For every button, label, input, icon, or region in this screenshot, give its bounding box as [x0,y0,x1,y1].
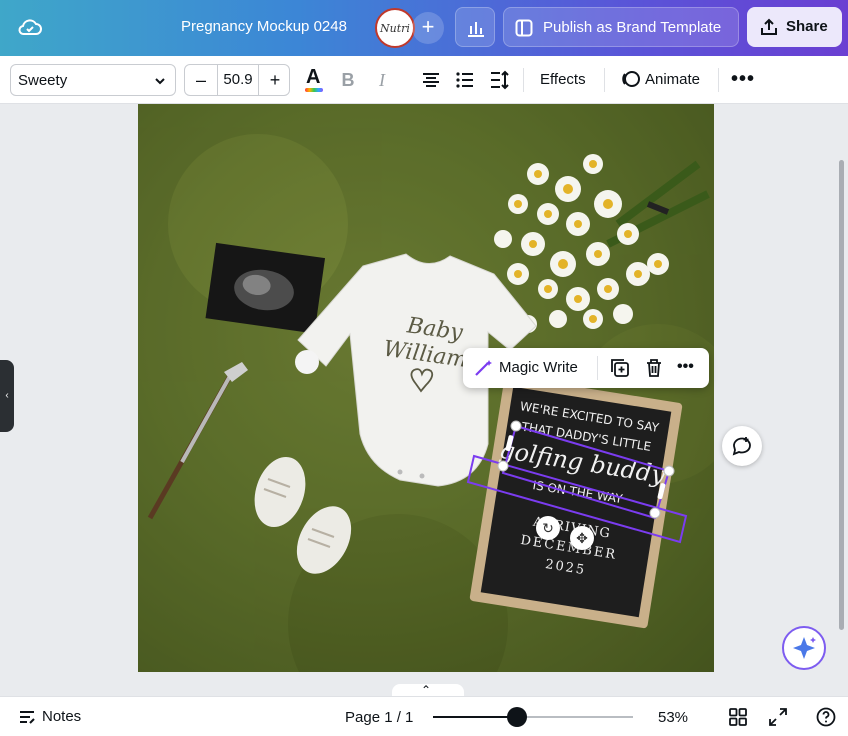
toolbar-divider [604,68,605,92]
trash-icon[interactable] [643,357,665,379]
editor-header: Pregnancy Mockup 0248 Nutri + Publish as… [0,0,848,56]
duplicate-icon[interactable] [609,357,631,379]
comment-plus-icon [732,437,751,456]
help-icon[interactable] [816,707,836,727]
editor-footer: Notes Page 1 / 1 53% [0,696,848,736]
element-context-menu: Magic Write ••• [463,348,709,388]
notes-label: Notes [42,708,82,725]
share-button[interactable]: Share [747,7,842,47]
more-options-icon[interactable]: ••• [731,68,755,91]
magic-wand-icon [475,360,492,376]
notes-icon [20,711,35,724]
increase-font-size-button[interactable]: + [259,65,291,95]
font-family-dropdown[interactable]: Sweety [10,64,176,96]
chevron-down-icon [155,78,165,85]
font-family-value: Sweety [18,72,68,89]
menu-divider [597,356,598,380]
share-upload-icon [761,18,777,35]
move-handle-icon[interactable]: ✥ [570,526,594,550]
magic-write-button[interactable]: Magic Write [473,358,578,382]
color-swatch-bar [305,88,323,92]
rotate-handle-icon[interactable]: ↻ [536,516,560,540]
document-title[interactable]: Pregnancy Mockup 0248 [181,18,347,35]
font-size-input[interactable]: 50.9 [217,65,259,95]
insights-button[interactable] [455,7,495,47]
zoom-slider[interactable] [433,707,633,727]
animate-icon [622,71,640,87]
avatar[interactable]: Nutri [375,8,415,48]
publish-brand-template-button[interactable]: Publish as Brand Template [503,7,739,47]
toolbar-divider [718,68,719,92]
text-color-button[interactable]: A [302,66,326,92]
zoom-level[interactable]: 53% [658,709,688,726]
animate-button[interactable]: Animate [620,68,700,94]
cloud-save-icon[interactable] [16,14,44,42]
zoom-slider-fill [433,716,517,718]
publish-label: Publish as Brand Template [543,19,722,36]
template-icon [515,19,533,37]
vertical-scrollbar[interactable] [839,160,844,630]
bold-button[interactable]: B [336,68,360,92]
add-collaborator-button[interactable]: + [412,12,444,44]
chevron-up-icon: ⌃ [421,683,432,697]
bulleted-list-icon[interactable] [453,68,477,92]
collapse-side-panel-button[interactable]: ‹ [0,360,14,432]
design-artwork: Baby Williams WE'RE EXCITED TO SAY THAT … [138,104,714,672]
letter-board: WE'RE EXCITED TO SAY THAT DADDY'S LITTLE… [469,375,683,629]
line-spacing-icon[interactable] [487,68,511,92]
canva-assistant-button[interactable] [782,626,826,670]
magic-write-label: Magic Write [499,359,578,376]
sparkle-icon [793,637,816,659]
zoom-slider-thumb[interactable] [507,707,527,727]
share-label: Share [786,18,828,35]
animate-label: Animate [645,71,701,88]
grid-view-icon[interactable] [728,707,748,727]
align-center-icon[interactable] [419,68,443,92]
text-color-icon: A [306,66,321,88]
golf-ball [295,350,319,374]
italic-button[interactable]: I [370,68,394,92]
design-page[interactable]: Baby Williams WE'RE EXCITED TO SAY THAT … [138,104,714,672]
more-actions-icon[interactable]: ••• [677,358,694,376]
add-comment-button[interactable] [722,426,762,466]
font-size-stepper: – 50.9 + [184,64,290,96]
bar-chart-icon [468,22,484,37]
avatar-signature: Nutri [380,21,410,35]
decrease-font-size-button[interactable]: – [185,65,217,95]
toolbar-divider [523,68,524,92]
fullscreen-icon[interactable] [768,707,788,727]
text-toolbar: Sweety – 50.9 + A B I Effects Animate ••… [0,56,848,104]
effects-button[interactable]: Effects [540,71,586,88]
ultrasound-photo [205,242,326,334]
page-indicator[interactable]: Page 1 / 1 [345,709,413,726]
